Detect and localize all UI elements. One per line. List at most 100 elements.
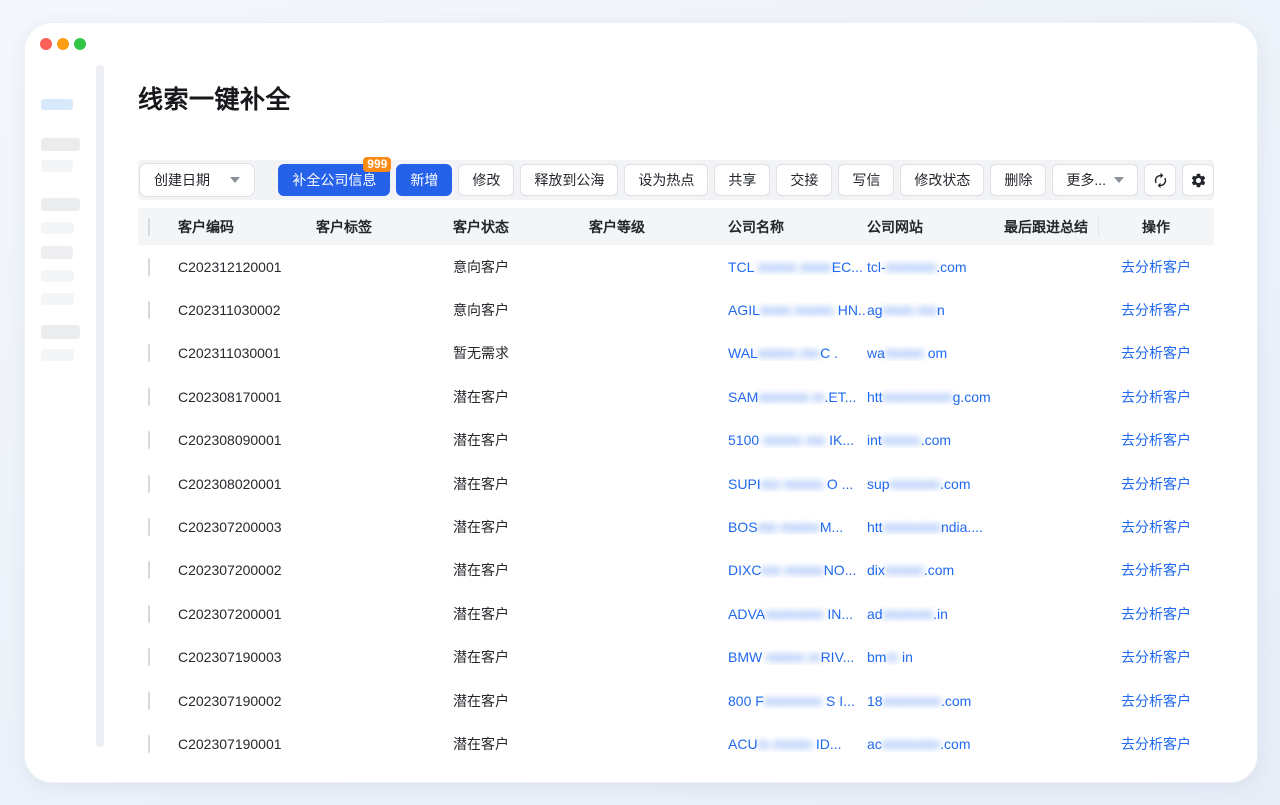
row-checkbox[interactable] xyxy=(148,301,150,319)
minimize-window-icon[interactable] xyxy=(57,38,69,50)
change-status-button[interactable]: 修改状态 xyxy=(900,164,984,196)
company-name-link[interactable]: BOSmn mnmnM... xyxy=(728,519,867,535)
chevron-down-icon xyxy=(1114,177,1124,183)
sidebar-item-active[interactable] xyxy=(41,99,73,110)
table-row: C202307200002 潜在客户 DIXCmn mnmnNO... dixm… xyxy=(138,549,1214,592)
share-button[interactable]: 共享 xyxy=(714,164,770,196)
close-window-icon[interactable] xyxy=(40,38,52,50)
analyze-customer-link[interactable]: 去分析客户 xyxy=(1121,302,1191,318)
company-name-link[interactable]: SUPImn mnmn O ... xyxy=(728,476,867,492)
analyze-customer-link[interactable]: 去分析客户 xyxy=(1121,562,1191,578)
customer-status: 潜在客户 xyxy=(453,517,589,537)
company-name-link[interactable]: 5100 mnmn mn IK... xyxy=(728,432,867,448)
redacted-text: m mnmn xyxy=(758,736,816,752)
row-checkbox[interactable] xyxy=(148,561,150,579)
header-customer-status: 客户状态 xyxy=(453,217,589,237)
sidebar-skeleton-bar xyxy=(41,198,80,211)
company-website-link[interactable]: agmnm mnn xyxy=(867,302,1004,318)
company-website-link[interactable]: httmnmnmnndia.... xyxy=(867,519,1004,535)
company-name-link[interactable]: ACUm mnmn ID... xyxy=(728,736,867,752)
analyze-customer-link[interactable]: 去分析客户 xyxy=(1121,736,1191,752)
company-name-link[interactable]: BMW mnmn mRIV... xyxy=(728,649,867,665)
redacted-text: mnmnm xyxy=(886,259,937,275)
table-header: 客户编码 客户标签 客户状态 客户等级 公司名称 公司网站 最后跟进总结 操作 xyxy=(138,208,1214,245)
row-checkbox[interactable] xyxy=(148,258,150,276)
customer-code: C202307190001 xyxy=(178,736,316,752)
customer-code: C202308090001 xyxy=(178,432,316,448)
sidebar-skeleton-bar xyxy=(41,293,74,305)
customer-code: C202308170001 xyxy=(178,389,316,405)
sync-button[interactable] xyxy=(1144,164,1176,196)
company-name-link[interactable]: AGILmnm mnmn HN... xyxy=(728,302,867,318)
analyze-customer-link[interactable]: 去分析客户 xyxy=(1121,519,1191,535)
company-website-link[interactable]: supmnmnm.com xyxy=(867,476,1004,492)
row-checkbox[interactable] xyxy=(148,518,150,536)
analyze-customer-link[interactable]: 去分析客户 xyxy=(1121,476,1191,492)
settings-button[interactable] xyxy=(1182,164,1214,196)
row-checkbox[interactable] xyxy=(148,735,150,753)
select-all-checkbox[interactable] xyxy=(148,218,150,236)
row-checkbox[interactable] xyxy=(148,388,150,406)
edit-button[interactable]: 修改 xyxy=(458,164,514,196)
company-name-link[interactable]: 800 Fmnmnmn S I... xyxy=(728,693,867,709)
analyze-customer-link[interactable]: 去分析客户 xyxy=(1121,259,1191,275)
table-row: C202307200003 潜在客户 BOSmn mnmnM... httmnm… xyxy=(138,505,1214,548)
analyze-customer-link[interactable]: 去分析客户 xyxy=(1121,432,1191,448)
company-website-link[interactable]: dixmnmn.com xyxy=(867,562,1004,578)
redacted-text: mnmnm m xyxy=(758,389,824,405)
write-email-button[interactable]: 写信 xyxy=(838,164,894,196)
date-filter-dropdown[interactable]: 创建日期 xyxy=(139,163,255,197)
handover-label: 交接 xyxy=(790,170,818,190)
write-email-label: 写信 xyxy=(852,170,880,190)
customer-status: 潜在客户 xyxy=(453,691,589,711)
set-hotspot-button[interactable]: 设为热点 xyxy=(624,164,708,196)
change-status-label: 修改状态 xyxy=(914,170,970,190)
company-name-link[interactable]: ADVAmnmnmn IN... xyxy=(728,606,867,622)
delete-button[interactable]: 删除 xyxy=(990,164,1046,196)
customer-status: 暂无需求 xyxy=(453,343,589,363)
customer-status: 潜在客户 xyxy=(453,560,589,580)
redacted-text: mnmnmn xyxy=(765,606,827,622)
table-body: C202312120001 意向客户 TCL mnmn mnmEC... tcl… xyxy=(138,245,1214,766)
row-checkbox[interactable] xyxy=(148,344,150,362)
maximize-window-icon[interactable] xyxy=(74,38,86,50)
analyze-customer-link[interactable]: 去分析客户 xyxy=(1121,649,1191,665)
company-website-link[interactable]: 18mnmnmn.com xyxy=(867,693,1004,709)
row-checkbox[interactable] xyxy=(148,475,150,493)
release-to-pool-label: 释放到公海 xyxy=(534,170,604,190)
table-row: C202307190003 潜在客户 BMW mnmn mRIV... bmm … xyxy=(138,636,1214,679)
analyze-customer-link[interactable]: 去分析客户 xyxy=(1121,389,1191,405)
gear-icon xyxy=(1190,172,1207,189)
analyze-customer-link[interactable]: 去分析客户 xyxy=(1121,693,1191,709)
company-website-link[interactable]: bmm in xyxy=(867,649,1004,665)
company-website-link[interactable]: tcl-mnmnm.com xyxy=(867,259,1004,275)
company-website-link[interactable]: wamnmn om xyxy=(867,345,1004,361)
sidebar-skeleton-bar xyxy=(41,160,73,172)
more-button[interactable]: 更多... xyxy=(1052,164,1138,196)
row-checkbox[interactable] xyxy=(148,648,150,666)
row-checkbox[interactable] xyxy=(148,692,150,710)
row-checkbox[interactable] xyxy=(148,431,150,449)
redacted-text: mnmnmn xyxy=(882,736,940,752)
company-name-link[interactable]: SAMmnmnm m.ET... xyxy=(728,389,867,405)
company-name-link[interactable]: TCL mnmn mnmEC... xyxy=(728,259,867,275)
row-checkbox[interactable] xyxy=(148,605,150,623)
handover-button[interactable]: 交接 xyxy=(776,164,832,196)
sidebar-skeleton-bar xyxy=(41,349,74,361)
company-name-link[interactable]: WALmnmn mnC . xyxy=(728,345,867,361)
company-website-link[interactable]: acmnmnmn.com xyxy=(867,736,1004,752)
company-website-link[interactable]: intmnmn.com xyxy=(867,432,1004,448)
analyze-customer-link[interactable]: 去分析客户 xyxy=(1121,345,1191,361)
analyze-customer-link[interactable]: 去分析客户 xyxy=(1121,606,1191,622)
table-row: C202312120001 意向客户 TCL mnmn mnmEC... tcl… xyxy=(138,245,1214,288)
add-button[interactable]: 新增 xyxy=(396,164,452,196)
company-website-link[interactable]: admnmnm.in xyxy=(867,606,1004,622)
company-website-link[interactable]: httmnmnmnmg.com xyxy=(867,389,1004,405)
complete-company-info-button[interactable]: 补全公司信息 999 xyxy=(278,164,390,196)
redacted-text: mnmnm xyxy=(890,476,941,492)
company-name-link[interactable]: DIXCmn mnmnNO... xyxy=(728,562,867,578)
header-customer-level: 客户等级 xyxy=(589,217,728,237)
redacted-text: mn mnmn xyxy=(761,562,823,578)
table-row: C202307190002 潜在客户 800 Fmnmnmn S I... 18… xyxy=(138,679,1214,722)
release-to-pool-button[interactable]: 释放到公海 xyxy=(520,164,618,196)
